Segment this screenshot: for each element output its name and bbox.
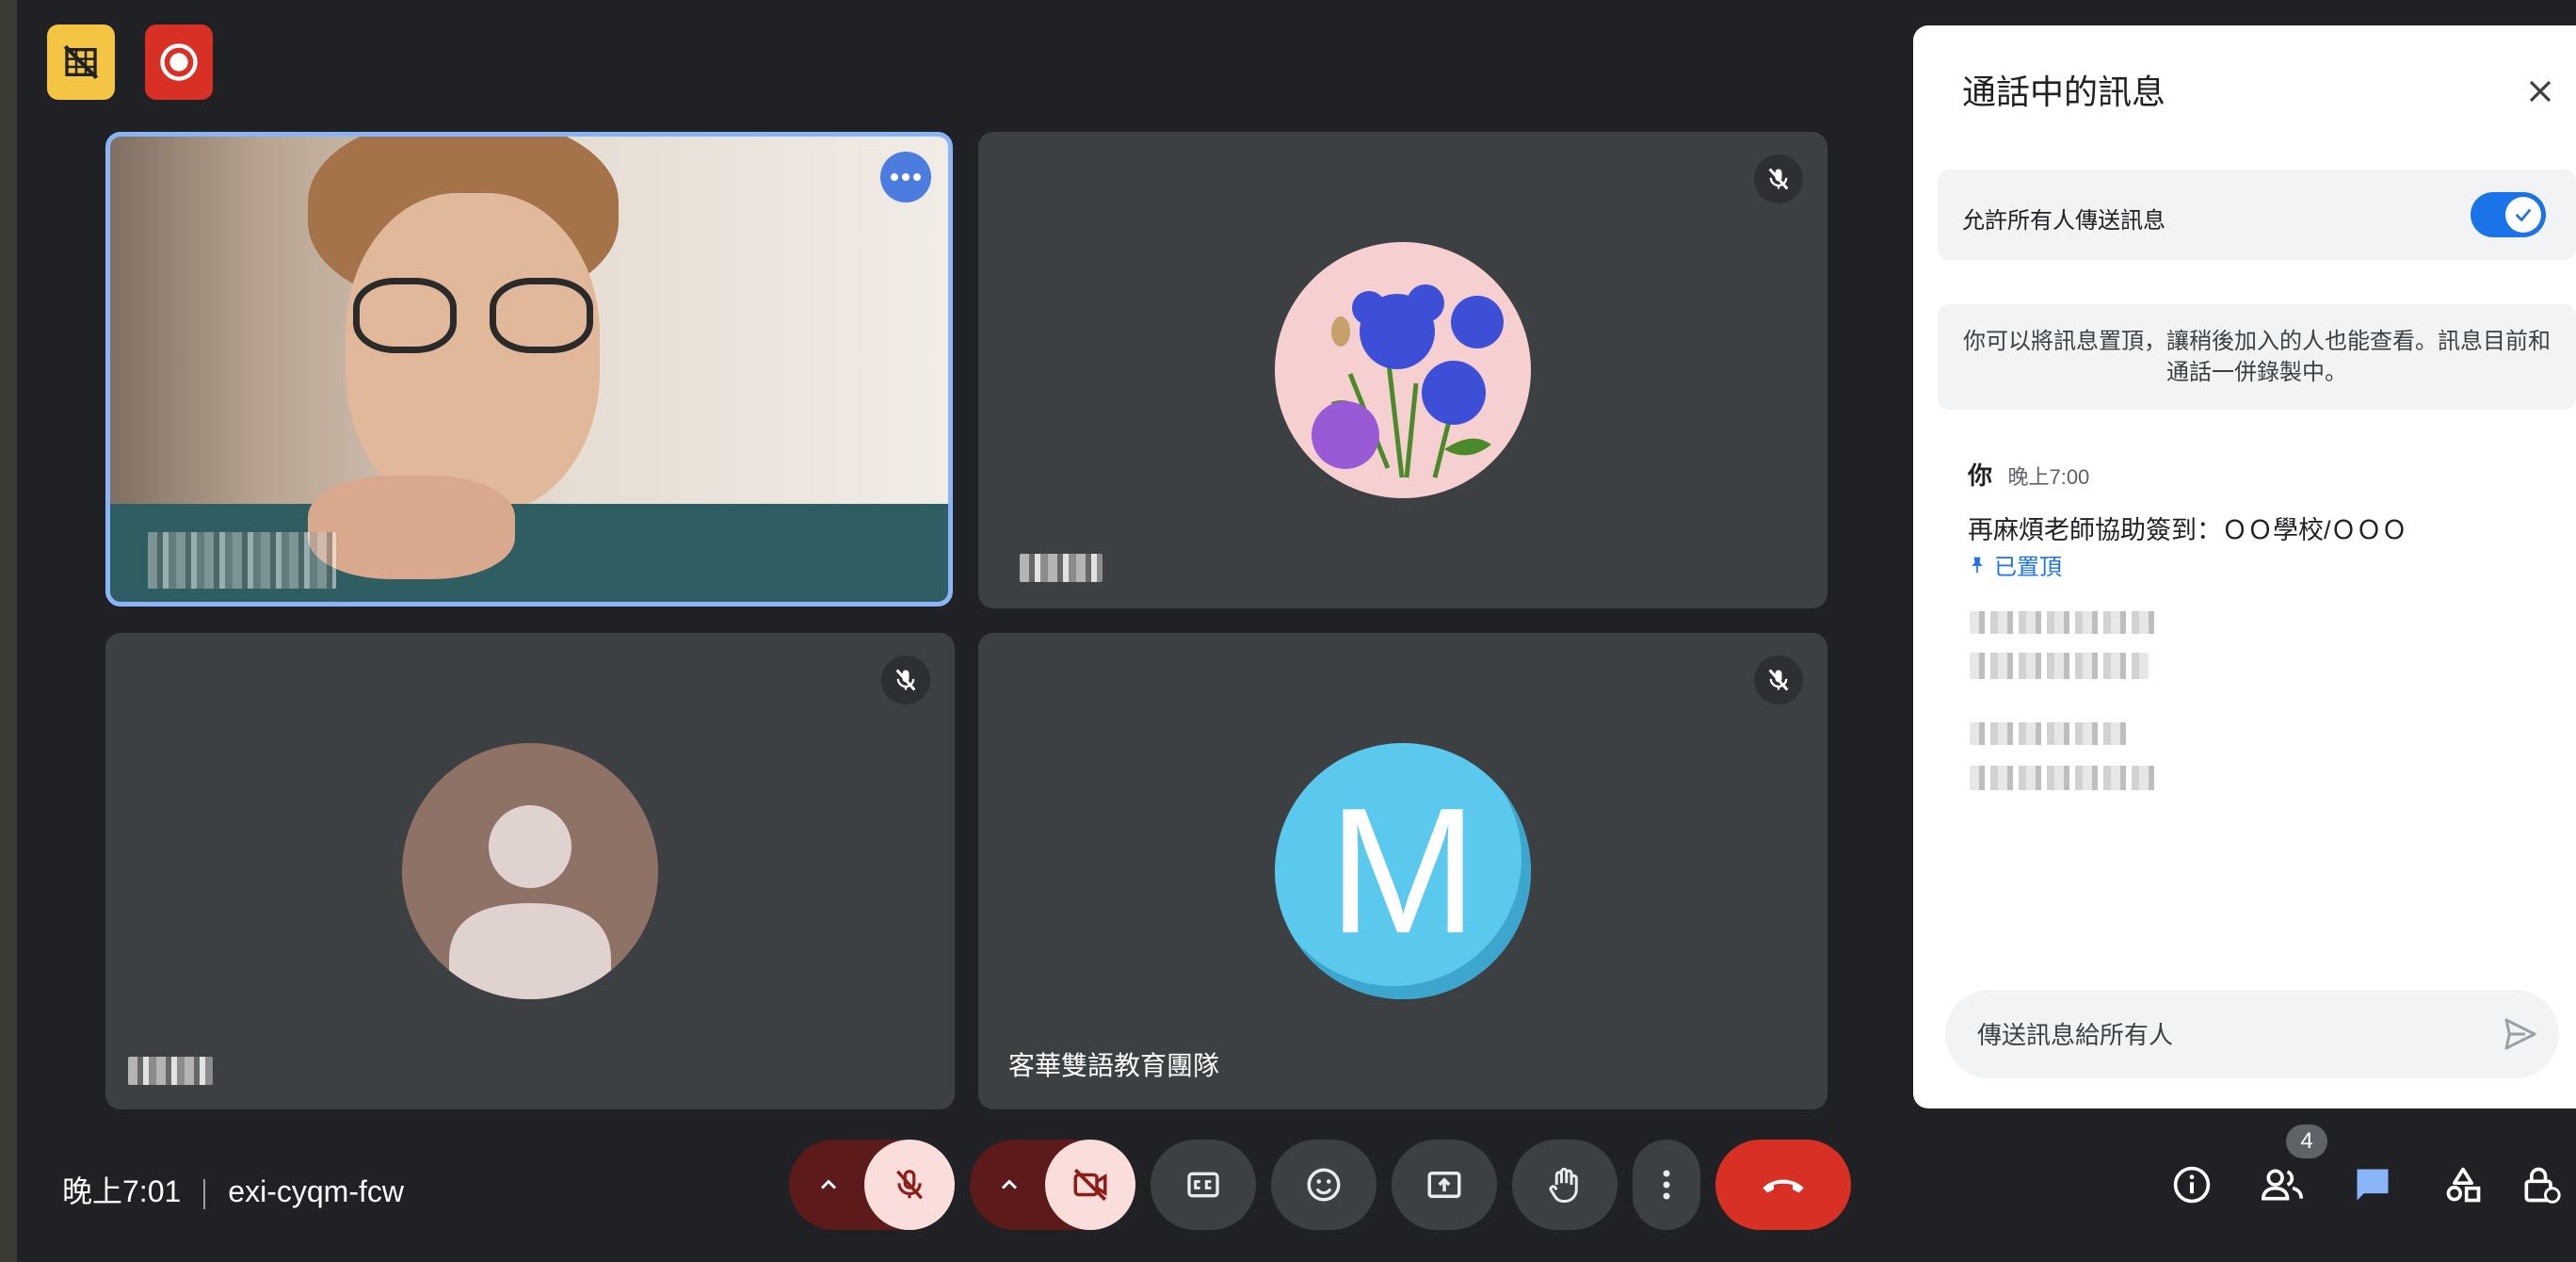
person-silhouette-icon bbox=[449, 805, 611, 999]
message-input-box bbox=[1945, 990, 2559, 1078]
name-label-redacted bbox=[1020, 554, 1103, 582]
pin-info-text: 你可以將訊息置頂，讓稍後加入的人也能查看。訊息目前和通話一併錄製中。 bbox=[1963, 329, 2551, 385]
no-camera-grid-icon bbox=[63, 44, 99, 80]
cornflower-picture bbox=[1312, 284, 1504, 478]
mic-off-icon bbox=[896, 1170, 923, 1200]
check-icon bbox=[2515, 208, 2532, 222]
raise-hand-button[interactable] bbox=[1512, 1140, 1618, 1230]
captions-button[interactable] bbox=[1151, 1140, 1256, 1230]
allow-messages-row: 允許所有人傳送訊息 bbox=[1938, 170, 2576, 260]
close-icon bbox=[2529, 80, 2552, 103]
mic-off-icon bbox=[1768, 669, 1789, 691]
camera-blocked-badge[interactable] bbox=[47, 24, 115, 100]
send-icon bbox=[2504, 1018, 2536, 1050]
person-hand bbox=[308, 476, 515, 579]
window-edge bbox=[0, 0, 17, 1262]
audio-options-caret-icon[interactable] bbox=[815, 1172, 842, 1198]
closed-captions-icon bbox=[1187, 1172, 1219, 1198]
activities-button[interactable] bbox=[2429, 1140, 2497, 1230]
participant-name: 客華雙語教育團隊 bbox=[1008, 1051, 1220, 1080]
more-options-button[interactable] bbox=[880, 152, 931, 202]
camera-off-icon bbox=[1073, 1168, 1107, 1202]
meeting-code: exi-cyqm-fcw bbox=[228, 1174, 404, 1208]
message-input[interactable] bbox=[1975, 1012, 2469, 1058]
more-horizontal-icon bbox=[891, 173, 921, 181]
chat-button[interactable] bbox=[2339, 1140, 2407, 1230]
toggle-knob bbox=[2505, 197, 2541, 233]
leave-call-button[interactable] bbox=[1715, 1140, 1851, 1230]
participant-tile-self[interactable] bbox=[105, 132, 953, 607]
redacted-message-4 bbox=[1970, 766, 2158, 790]
pin-icon bbox=[1972, 557, 1983, 573]
activities-icon bbox=[2446, 1167, 2481, 1203]
video-options-caret-icon[interactable] bbox=[996, 1172, 1022, 1198]
info-icon bbox=[2173, 1166, 2211, 1204]
pin-info-box: 你可以將訊息置頂，讓稍後加入的人也能查看。訊息目前和通話一併錄製中。 bbox=[1938, 304, 2576, 410]
message-text: 再麻煩老師協助簽到：ＯＯ學校/ＯＯＯ bbox=[1968, 516, 2407, 544]
chat-message: 你 晚上7:00 再麻煩老師協助簽到：ＯＯ學校/ＯＯＯ 已置頂 bbox=[1968, 457, 2407, 580]
message-time: 晚上7:00 bbox=[2007, 465, 2090, 489]
record-icon bbox=[160, 43, 198, 81]
present-screen-icon bbox=[1427, 1172, 1461, 1198]
emoji-reactions-button[interactable] bbox=[1271, 1140, 1377, 1230]
redacted-message-2 bbox=[1970, 653, 2149, 679]
emoji-icon bbox=[1307, 1168, 1341, 1202]
participant-count-badge: 4 bbox=[2286, 1124, 2327, 1158]
redacted-message-3 bbox=[1970, 722, 2130, 745]
name-label-redacted bbox=[128, 1057, 213, 1085]
name-label-redacted bbox=[148, 532, 336, 589]
divider bbox=[203, 1178, 206, 1209]
muted-indicator bbox=[1754, 154, 1803, 203]
avatar-cornflower bbox=[1275, 242, 1531, 498]
host-controls-icon bbox=[2524, 1167, 2561, 1204]
camera-toggle-button[interactable] bbox=[1045, 1140, 1135, 1230]
more-options-button[interactable] bbox=[1633, 1140, 1700, 1230]
person-face bbox=[346, 193, 600, 513]
chat-panel-title: 通話中的訊息 bbox=[1962, 73, 2166, 111]
muted-indicator bbox=[881, 655, 930, 704]
avatar-letter: M bbox=[1275, 743, 1531, 999]
mic-off-icon bbox=[895, 669, 916, 691]
redacted-message-1 bbox=[1970, 611, 2158, 634]
avatar-letter-text: M bbox=[1328, 771, 1478, 971]
bottom-control-bar: 晚上7:01 exi-cyqm-fcw 4 bbox=[0, 1111, 2576, 1262]
people-icon bbox=[2261, 1169, 2303, 1201]
pinned-label: 已置頂 bbox=[1994, 555, 2062, 580]
allow-messages-label: 允許所有人傳送訊息 bbox=[1962, 208, 2165, 234]
meeting-info: 晚上7:01 exi-cyqm-fcw bbox=[62, 1168, 404, 1211]
more-vertical-icon bbox=[1663, 1170, 1670, 1200]
recording-badge[interactable] bbox=[145, 24, 213, 100]
mic-off-icon bbox=[1768, 168, 1789, 190]
host-controls-button[interactable] bbox=[2520, 1140, 2576, 1230]
close-panel-button[interactable] bbox=[2516, 67, 2565, 116]
pinned-indicator[interactable]: 已置頂 bbox=[1968, 548, 2062, 581]
raise-hand-icon bbox=[1549, 1167, 1578, 1203]
avatar-default-person bbox=[402, 743, 658, 999]
muted-indicator bbox=[1754, 655, 1803, 704]
mic-toggle-button[interactable] bbox=[864, 1140, 955, 1230]
camera-control-group bbox=[970, 1140, 1135, 1230]
present-screen-button[interactable] bbox=[1392, 1140, 1497, 1230]
meeting-details-button[interactable] bbox=[2158, 1140, 2226, 1230]
chat-panel: 通話中的訊息 允許所有人傳送訊息 你可以將訊息置頂，讓稍後加入的人也能查看。訊息… bbox=[1913, 25, 2576, 1108]
send-button[interactable] bbox=[2497, 1011, 2544, 1058]
chat-icon bbox=[2357, 1169, 2389, 1201]
participant-tile-4[interactable]: M 客華雙語教育團隊 bbox=[978, 633, 1827, 1109]
message-sender: 你 bbox=[1968, 461, 1993, 490]
allow-messages-toggle[interactable] bbox=[2471, 192, 2546, 237]
glasses bbox=[353, 278, 593, 353]
hang-up-icon bbox=[1763, 1179, 1804, 1193]
mic-control-group bbox=[789, 1140, 955, 1230]
current-time: 晚上7:01 bbox=[62, 1174, 182, 1208]
participant-tile-2[interactable] bbox=[978, 132, 1827, 608]
participant-tile-3[interactable] bbox=[105, 633, 955, 1109]
